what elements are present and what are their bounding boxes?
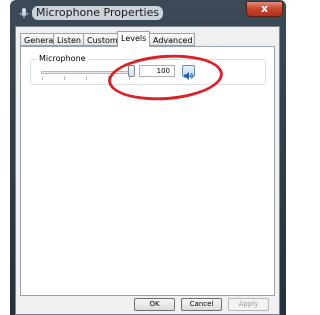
microphone-group-label: Microphone <box>37 54 88 64</box>
levels-panel: Microphone 100 <box>20 46 275 296</box>
apply-button[interactable]: Apply <box>228 298 269 311</box>
slider-tick <box>64 76 65 80</box>
slider-tick <box>108 76 109 80</box>
slider-tick <box>86 76 87 80</box>
microphone-icon <box>19 8 29 18</box>
cancel-button[interactable]: Cancel <box>181 298 222 311</box>
mute-toggle-button[interactable] <box>182 65 195 80</box>
window-title: Microphone Properties <box>32 6 164 20</box>
microphone-properties-window: Microphone Properties x General Listen C… <box>10 0 286 315</box>
slider-tick <box>42 76 43 80</box>
ok-button[interactable]: OK <box>134 298 175 311</box>
tab-advanced[interactable]: Advanced <box>149 33 195 46</box>
tab-levels[interactable]: Levels <box>117 31 150 47</box>
dialog-client-area: General Listen Custom Levels Advanced Mi… <box>15 26 280 315</box>
tab-custom[interactable]: Custom <box>83 33 118 46</box>
level-value-input[interactable]: 100 <box>139 65 175 77</box>
tab-listen[interactable]: Listen <box>53 33 84 46</box>
volume-slider-thumb[interactable] <box>128 65 135 77</box>
speaker-icon <box>184 72 193 80</box>
tab-general[interactable]: General <box>20 33 56 46</box>
volume-slider-track[interactable] <box>41 71 131 80</box>
microphone-level-group: Microphone 100 <box>30 54 266 85</box>
title-bar[interactable]: Microphone Properties x <box>10 0 286 26</box>
close-button[interactable]: x <box>246 1 283 17</box>
